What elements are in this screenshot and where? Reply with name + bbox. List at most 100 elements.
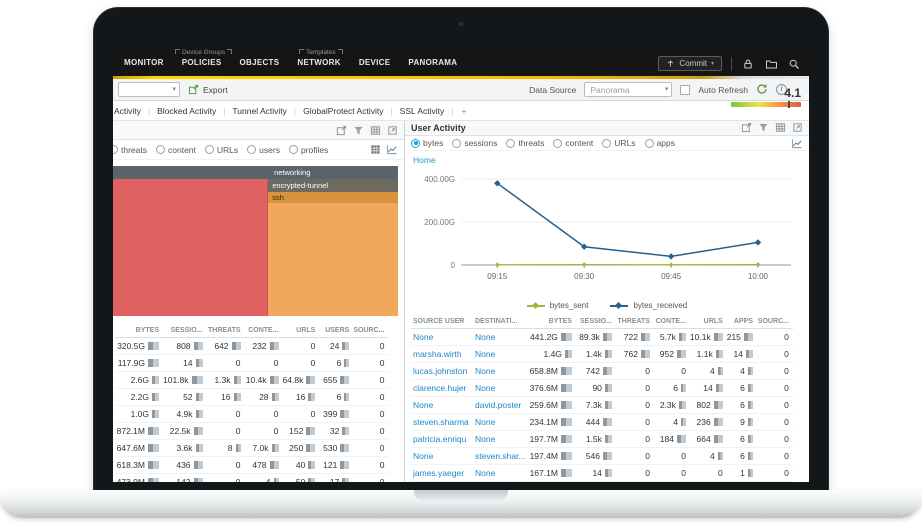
treemap-block-networking[interactable]: networking [113, 166, 398, 179]
screen: MONITORPOLICIESOBJECTSNETWORKDEVICEPANOR… [113, 46, 809, 482]
column-header[interactable]: SESSIO... [163, 324, 207, 338]
radio-apps[interactable]: apps [645, 138, 675, 148]
search-icon[interactable] [787, 57, 801, 71]
radio-urls[interactable]: URLs [602, 138, 635, 148]
column-header[interactable]: CONTE... [654, 315, 690, 329]
filter-icon[interactable] [758, 122, 769, 133]
table-row[interactable]: 2.6G101.8k1.3k10.4k64.8k6550 [115, 372, 388, 389]
table-row[interactable]: patricia.enriquNone197.7M1.5k018466460 [411, 431, 793, 448]
table-row[interactable]: 618.3M4360478401210 [115, 457, 388, 474]
column-header[interactable]: DESTINATI... [473, 315, 530, 329]
tab-blocked-activity[interactable]: Blocked Activity [150, 106, 223, 116]
tab-activity[interactable]: Activity [113, 106, 148, 116]
add-tab-button[interactable]: + [453, 106, 474, 116]
table-row[interactable]: 1.0G4.9k0003990 [115, 406, 388, 423]
nav-item-objects[interactable]: OBJECTS [230, 58, 288, 76]
radio-threats[interactable]: threats [506, 138, 544, 148]
treemap-block-ssh[interactable]: ssh [268, 192, 398, 203]
tab-tunnel-activity[interactable]: Tunnel Activity [225, 106, 294, 116]
nav-item-panorama[interactable]: PANORAMA [399, 58, 466, 76]
table-row[interactable]: 2.2G5216281660 [115, 389, 388, 406]
column-header[interactable]: THREATS [616, 315, 654, 329]
table-row[interactable]: 647.6M3.6k87.0k2505300 [115, 440, 388, 457]
column-header[interactable]: APPS [727, 315, 757, 329]
column-header[interactable]: BYTES [115, 324, 163, 338]
grid-view-icon[interactable] [370, 144, 381, 155]
radio-urls[interactable]: URLs [205, 145, 238, 155]
table-row[interactable]: Nonesteven.shar...197.4M54600460 [411, 448, 793, 465]
tab-globalprotect-activity[interactable]: GlobalProtect Activity [296, 106, 390, 116]
treemap-block-encrypted-tunnel[interactable]: encrypted-tunnel [268, 179, 398, 192]
radio-users[interactable]: users [247, 145, 280, 155]
cell: 0 [757, 397, 793, 414]
lock-icon[interactable] [741, 57, 755, 71]
column-header[interactable]: SESSIO... [576, 315, 616, 329]
table-row[interactable]: NoneNone441.2G89.3k7225.7k10.1k2150 [411, 329, 793, 346]
column-header[interactable]: SOURC... [353, 324, 388, 338]
nav-item-monitor[interactable]: MONITOR [115, 58, 173, 76]
context-select[interactable] [118, 82, 180, 97]
filter-icon[interactable] [353, 125, 364, 136]
table-view-icon[interactable] [370, 125, 381, 136]
column-header[interactable]: URLS [283, 324, 320, 338]
nav-item-device[interactable]: DEVICE [350, 58, 400, 76]
folder-icon[interactable] [764, 57, 778, 71]
data-table: BYTESSESSIO...THREATSCONTE...URLSUSERSSO… [115, 324, 388, 482]
treemap-block-orange[interactable] [268, 203, 398, 316]
column-header[interactable]: CONTE... [245, 324, 283, 338]
chart-view-icon[interactable] [386, 144, 398, 155]
value-bar [603, 418, 612, 426]
table-row[interactable]: james.yaegerNone167.1M1400010 [411, 465, 793, 482]
table-row[interactable]: Nonedavid.poster259.6M7.3k02.3k80260 [411, 397, 793, 414]
commit-button[interactable]: Commit [658, 56, 722, 71]
treemap-body: encrypted-tunnel ssh [113, 179, 398, 316]
export-button[interactable]: Export [188, 84, 228, 95]
treemap-block-large[interactable] [113, 179, 268, 316]
table-row[interactable]: 473.9M1420450170 [115, 474, 388, 483]
value-bar [748, 418, 753, 426]
jump-icon[interactable] [336, 125, 347, 136]
data-source-select[interactable]: Panorama [584, 82, 672, 97]
maximize-icon[interactable] [387, 125, 398, 136]
table-row[interactable]: marsha.wirthNone1.4G1.4k7629521.1k140 [411, 346, 793, 363]
radio-threats[interactable]: threats [113, 145, 147, 155]
tab-ssl-activity[interactable]: SSL Activity [393, 106, 452, 116]
radio-content[interactable]: content [553, 138, 593, 148]
radio-bytes[interactable]: bytes [411, 138, 443, 148]
nav-item-policies[interactable]: POLICIES [173, 58, 231, 76]
radio-content[interactable]: content [156, 145, 196, 155]
column-header[interactable]: SOURCE USER [411, 315, 473, 329]
table-row[interactable]: steven.sharmaNone234.1M4440423690 [411, 414, 793, 431]
table-row[interactable]: 117.9G1400060 [115, 355, 388, 372]
right-panel-title: User Activity [411, 123, 741, 133]
cell: 50 [283, 474, 320, 483]
radio-sessions[interactable]: sessions [452, 138, 497, 148]
legend-item-bytes_received[interactable]: bytes_received [610, 301, 687, 310]
column-header[interactable]: URLS [690, 315, 727, 329]
cell: 32 [319, 423, 353, 440]
column-header[interactable]: BYTES [530, 315, 576, 329]
table-row[interactable]: 872.1M22.5k00152320 [115, 423, 388, 440]
value-bar [716, 384, 723, 392]
cell: None [411, 329, 473, 346]
commit-label: Commit [679, 59, 707, 68]
column-header[interactable]: USERS [319, 324, 353, 338]
cell: 0 [353, 355, 388, 372]
auto-refresh-checkbox[interactable] [680, 85, 690, 95]
table-row[interactable]: clarence.hujerNone376.6M90061460 [411, 380, 793, 397]
nav-item-network[interactable]: NETWORK [288, 58, 349, 76]
cell: None [411, 448, 473, 465]
radio-profiles[interactable]: profiles [289, 145, 328, 155]
value-bar [748, 452, 753, 460]
legend-label: bytes_received [633, 301, 687, 310]
breadcrumb-home-link[interactable]: Home [405, 151, 809, 165]
table-row[interactable]: lucas.johnstonNone658.8M74200440 [411, 363, 793, 380]
column-header[interactable]: SOURC... [757, 315, 793, 329]
chart-view-icon[interactable] [791, 138, 803, 149]
table-view-icon[interactable] [775, 122, 786, 133]
legend-item-bytes_sent[interactable]: bytes_sent [527, 301, 589, 310]
table-row[interactable]: 320.5G8086422320240 [115, 338, 388, 355]
jump-icon[interactable] [741, 122, 752, 133]
maximize-icon[interactable] [792, 122, 803, 133]
column-header[interactable]: THREATS [207, 324, 245, 338]
